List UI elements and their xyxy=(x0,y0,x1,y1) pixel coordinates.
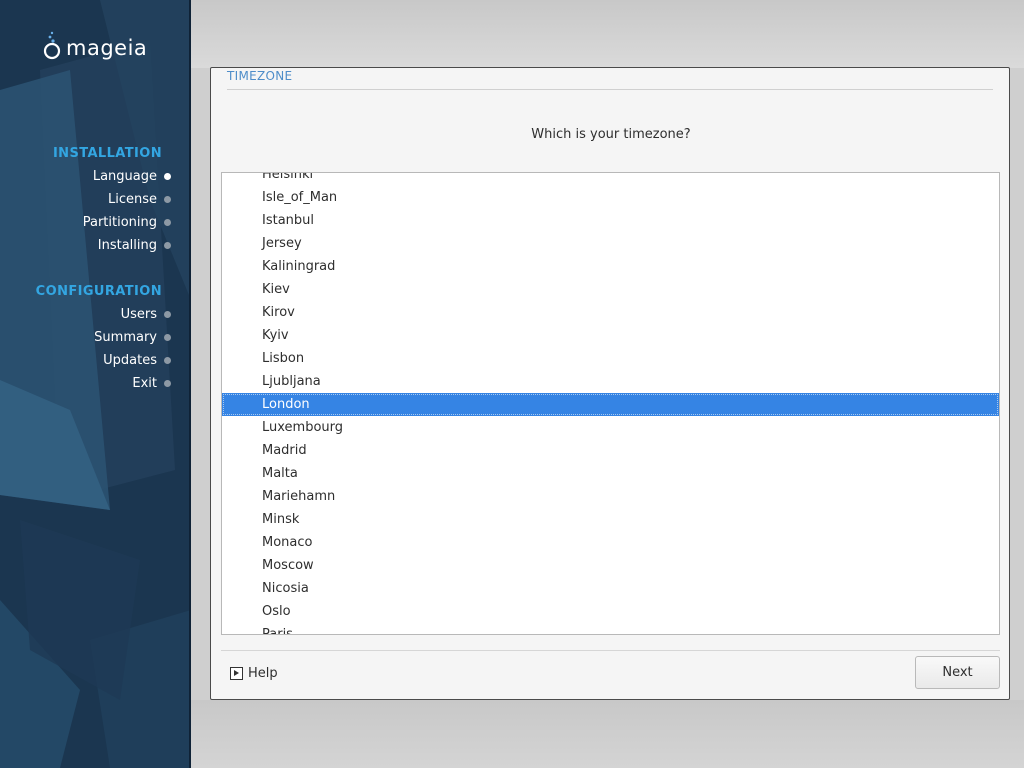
list-item[interactable]: Kaliningrad xyxy=(222,255,999,278)
play-triangle-icon xyxy=(230,666,243,680)
list-item[interactable]: Madrid xyxy=(222,439,999,462)
list-item[interactable]: Lisbon xyxy=(222,347,999,370)
nav-item-license: License xyxy=(53,188,171,211)
nav-item-users: Users xyxy=(36,303,171,326)
sidebar-edge xyxy=(189,0,191,768)
nav-item-label: Partitioning xyxy=(82,215,157,230)
logo: mageia xyxy=(42,30,147,60)
nav-item-label: Updates xyxy=(103,353,157,368)
list-item[interactable]: Nicosia xyxy=(222,577,999,600)
footer-divider xyxy=(221,650,1000,651)
dot-icon xyxy=(164,357,171,364)
bottom-background xyxy=(191,700,1024,768)
list-item[interactable]: Mariehamn xyxy=(222,485,999,508)
nav-item-installing: Installing xyxy=(53,234,171,257)
dot-icon xyxy=(164,219,171,226)
installation-section: INSTALLATION Language License Partitioni… xyxy=(52,142,171,257)
nav-item-exit: Exit xyxy=(36,372,171,395)
dot-icon xyxy=(164,196,171,203)
list-item[interactable]: Jersey xyxy=(222,232,999,255)
nav-item-label: Summary xyxy=(94,330,157,345)
list-item[interactable]: Luxembourg xyxy=(222,416,999,439)
timezone-question: Which is your timezone? xyxy=(531,127,691,142)
list-item[interactable]: Minsk xyxy=(222,508,999,531)
list-item[interactable]: Kyiv xyxy=(222,324,999,347)
list-item[interactable]: Isle_of_Man xyxy=(222,186,999,209)
dot-icon xyxy=(164,311,171,318)
nav-item-summary: Summary xyxy=(36,326,171,349)
dot-icon xyxy=(164,334,171,341)
nav-item-label: License xyxy=(107,192,157,207)
logo-text: mageia xyxy=(66,36,148,60)
list-item[interactable]: Monaco xyxy=(222,531,999,554)
nav-item-label: Users xyxy=(120,307,157,322)
list-item[interactable]: Paris xyxy=(222,623,999,634)
timezone-dialog: TIMEZONE Which is your timezone? Helsink… xyxy=(210,67,1010,700)
title-divider xyxy=(227,89,993,90)
nav-item-partitioning: Partitioning xyxy=(53,211,171,234)
nav-item-label: Language xyxy=(92,169,157,184)
dot-icon xyxy=(164,242,171,249)
timezone-list[interactable]: Helsinki Isle_of_Man Istanbul Jersey Kalinin… xyxy=(221,172,1000,635)
timezone-list-items: Helsinki Isle_of_Man Istanbul Jersey Kalinin… xyxy=(222,173,999,634)
dot-icon xyxy=(164,380,171,387)
list-item[interactable]: Oslo xyxy=(222,600,999,623)
nav-item-language: Language xyxy=(53,165,171,188)
list-item[interactable]: Helsinki xyxy=(222,173,999,186)
next-button[interactable]: Next xyxy=(915,656,1000,689)
configuration-section: CONFIGURATION Users Summary Updates Exit xyxy=(35,280,171,395)
mageia-cauldron-icon xyxy=(43,31,61,60)
installation-heading: INSTALLATION xyxy=(52,146,162,161)
dialog-title: TIMEZONE xyxy=(227,69,293,83)
top-background xyxy=(191,0,1024,68)
configuration-heading: CONFIGURATION xyxy=(35,284,162,299)
nav-item-label: Exit xyxy=(132,376,157,391)
list-item[interactable]: Malta xyxy=(222,462,999,485)
dot-icon xyxy=(164,173,171,180)
list-item[interactable]: Kiev xyxy=(222,278,999,301)
nav-item-label: Installing xyxy=(97,238,157,253)
list-item[interactable]: Istanbul xyxy=(222,209,999,232)
list-item-selected[interactable]: London xyxy=(222,393,999,416)
nav-item-updates: Updates xyxy=(36,349,171,372)
help-button[interactable]: Help xyxy=(230,663,278,683)
sidebar: mageia INSTALLATION Language License Par… xyxy=(0,0,191,768)
list-item[interactable]: Kirov xyxy=(222,301,999,324)
list-item[interactable]: Ljubljana xyxy=(222,370,999,393)
list-item[interactable]: Moscow xyxy=(222,554,999,577)
help-label: Help xyxy=(248,665,278,681)
